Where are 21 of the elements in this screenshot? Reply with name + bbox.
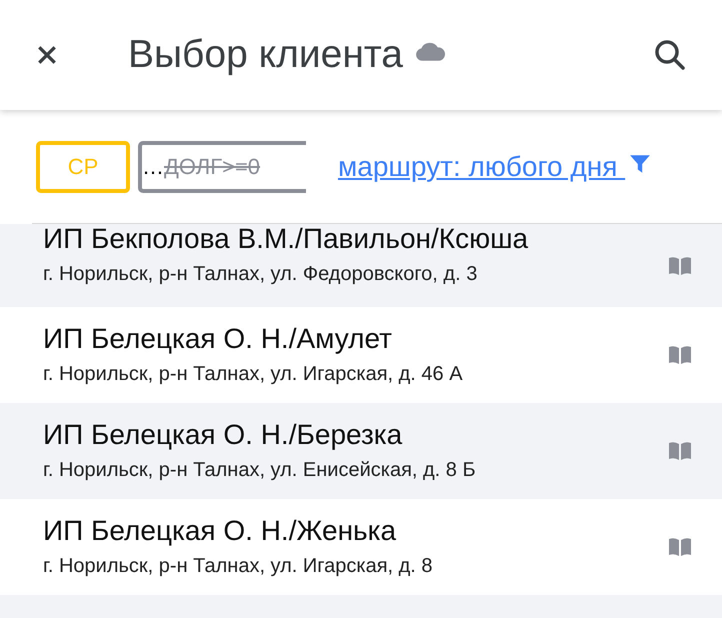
client-address: г. Норильск, р-н Талнах, ул. Игарская, д. 46 А <box>43 362 464 387</box>
client-address: г. Норильск, р-н Талнах, ул. Енисейская, д. 8 Б <box>43 458 477 483</box>
client-address: г. Норильск, р-н Талнах, ул. Игарская, д. 8 <box>43 554 434 579</box>
filter-icon[interactable] <box>629 152 652 174</box>
route-filter-link[interactable]: маршрут: любого дня <box>338 150 626 182</box>
close-icon[interactable] <box>36 44 58 66</box>
ellipsis: … <box>142 154 164 180</box>
client-name: ИП Белецкая О. Н./Женька <box>43 514 398 548</box>
client-address: г. Норильск, р-н Талнах, ул. Федоровского, д. 3 <box>43 262 478 287</box>
client-name: ИП Бекполова В.М./Павильон/Ксюша <box>43 224 530 256</box>
book-icon[interactable] <box>668 537 692 557</box>
screen-title: Выбор клиента <box>128 33 403 77</box>
book-icon[interactable] <box>668 441 692 461</box>
client-row[interactable]: ИП Белецкая О. Н./Березка г. Норильск, р-н Талнах, ул. Енисейская, д. 8 Б <box>0 403 722 499</box>
client-row[interactable]: ИП Бекполова В.М./Павильон/Ксюша г. Норильск, р-н Талнах, ул. Федоровского, д. 3 <box>0 224 722 307</box>
filter-label: ДОЛГ>=0 <box>164 154 260 180</box>
search-icon[interactable] <box>654 39 686 71</box>
book-icon[interactable] <box>668 256 692 276</box>
book-icon[interactable] <box>668 345 692 365</box>
client-name: ИП Белецкая О. Н./Амулет <box>43 322 393 356</box>
client-name: ИП Белецкая О. Н./Березка <box>43 418 404 452</box>
